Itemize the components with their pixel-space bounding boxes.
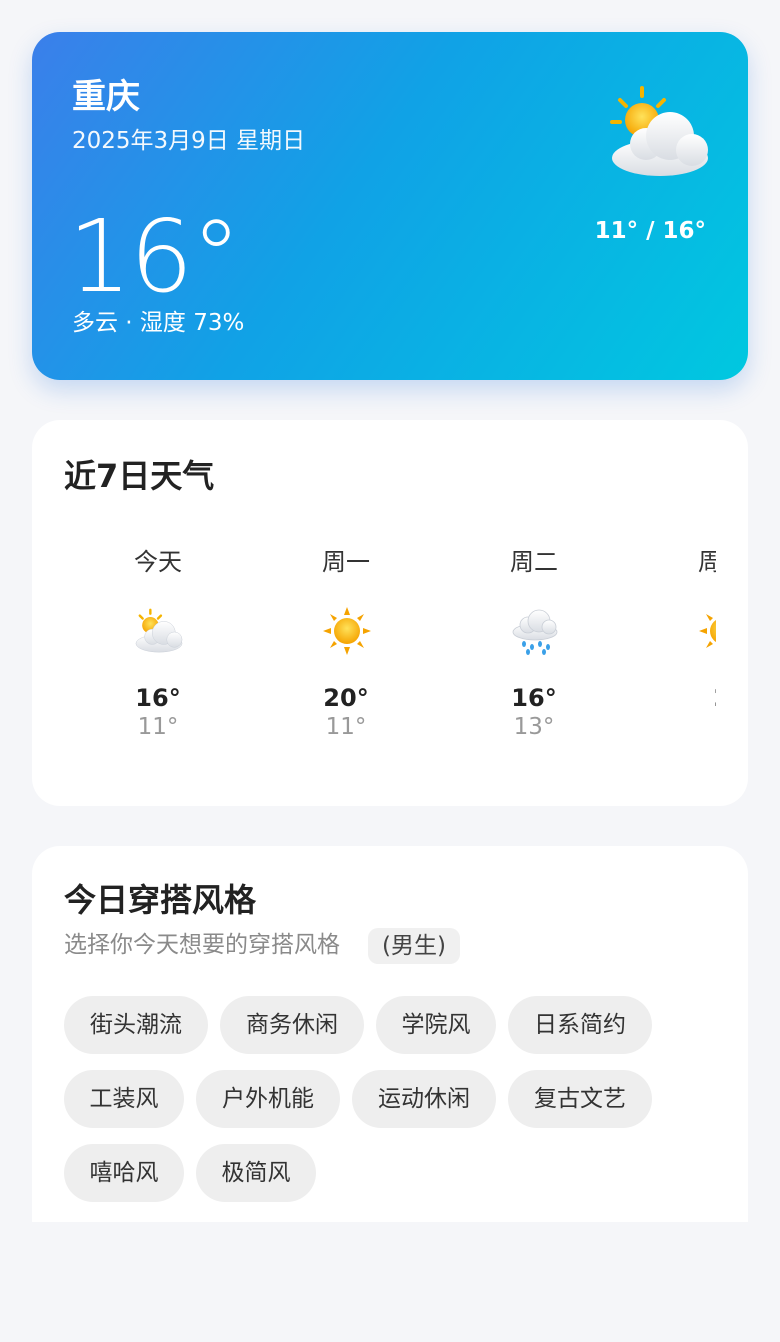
style-tag-button[interactable]: 街头潮流 [64, 996, 208, 1054]
style-tag-button[interactable]: 复古文艺 [508, 1070, 652, 1128]
day-high: 2 [628, 686, 716, 710]
current-temperature: 16° [68, 198, 241, 315]
day-high: 16° [135, 684, 181, 712]
partly-cloudy-icon [135, 608, 183, 653]
temperature-range: 11° / 16° [594, 218, 706, 244]
style-tag-button[interactable]: 工装风 [64, 1070, 184, 1128]
day-low: 11° [325, 714, 367, 740]
outfit-style-card: 今日穿搭风格 选择你今天想要的穿搭风格 (男生) 街头潮流 商务休闲 学院风 日… [32, 846, 748, 1222]
day-low: 11° [137, 714, 179, 740]
style-tag-button[interactable]: 极简风 [196, 1144, 316, 1202]
forecast-day: 周一 20° 11° [252, 540, 440, 780]
gender-badge: (男生) [368, 928, 460, 964]
partly-cloudy-icon [610, 86, 708, 176]
day-low: 1 [628, 716, 716, 739]
day-high: 16° [511, 684, 557, 712]
forecast-title: 近7日天气 [64, 457, 215, 495]
style-tag-button[interactable]: 学院风 [376, 996, 496, 1054]
forecast-day: 今天 16° 11° [64, 540, 252, 780]
forecast-card: 近7日天气 今天 16° 11° 周一 20° 11° 周二 16° 13° 周 [32, 420, 748, 806]
style-tag-button[interactable]: 户外机能 [196, 1070, 340, 1128]
forecast-day: 周二 16° 13° [440, 540, 628, 780]
day-name: 周三 [698, 548, 716, 576]
style-tag-button[interactable]: 运动休闲 [352, 1070, 496, 1128]
current-date: 2025年3月9日 星期日 [72, 128, 306, 154]
forecast-list[interactable]: 今天 16° 11° 周一 20° 11° 周二 16° 13° 周 [64, 540, 716, 780]
forecast-day: 周三 2 1 [628, 540, 716, 780]
sun-icon [699, 614, 716, 648]
day-name: 周二 [510, 548, 558, 576]
current-weather-card: 重庆 2025年3月9日 星期日 16° 多云 · 湿度 73% 11° / 1… [32, 32, 748, 380]
sun-icon [323, 607, 371, 655]
style-tag-button[interactable]: 商务休闲 [220, 996, 364, 1054]
day-low: 13° [513, 714, 555, 740]
style-tag-button[interactable]: 日系简约 [508, 996, 652, 1054]
day-high: 20° [323, 684, 369, 712]
style-title: 今日穿搭风格 [64, 881, 257, 919]
style-tag-button[interactable]: 嘻哈风 [64, 1144, 184, 1202]
day-name: 今天 [134, 548, 182, 576]
city-name: 重庆 [72, 77, 140, 117]
rain-icon [512, 609, 558, 655]
day-name: 周一 [322, 548, 370, 576]
weather-description: 多云 · 湿度 73% [72, 310, 245, 336]
style-subtitle: 选择你今天想要的穿搭风格 [64, 932, 340, 958]
